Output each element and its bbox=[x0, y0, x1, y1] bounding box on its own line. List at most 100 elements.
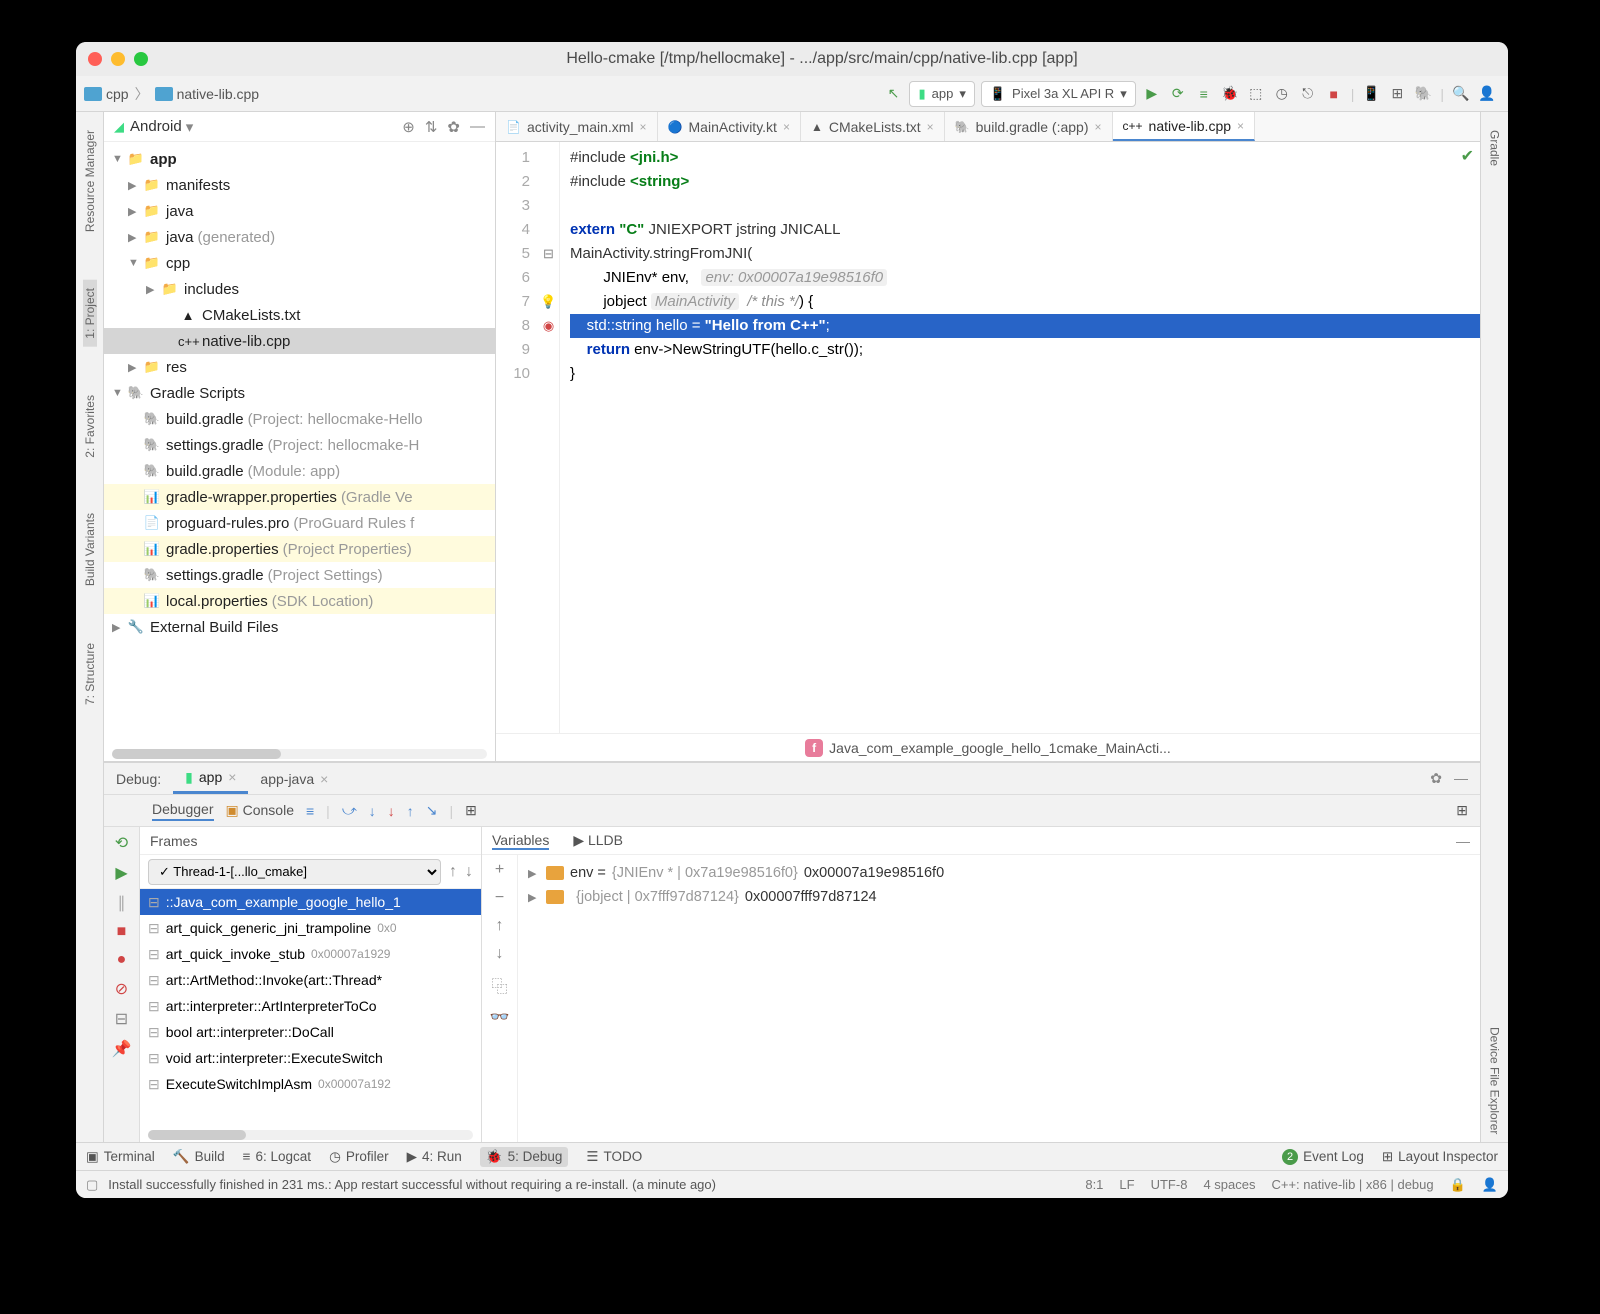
pause-icon[interactable]: ∥ bbox=[118, 893, 126, 913]
project-view-header[interactable]: ◢ Android ▾ ⊕ ⇅ ✿ — bbox=[104, 112, 495, 142]
tree-node[interactable]: 📄proguard-rules.pro(ProGuard Rules f bbox=[104, 510, 495, 536]
breakpoints-icon[interactable]: ● bbox=[117, 951, 127, 969]
settings-icon[interactable]: ⊟ bbox=[115, 1009, 128, 1029]
gear-icon[interactable]: ✿ bbox=[1430, 770, 1442, 787]
profiler-tab[interactable]: ◷Profiler bbox=[329, 1149, 389, 1165]
close-icon[interactable]: × bbox=[640, 120, 647, 134]
structure-tab[interactable]: 7: Structure bbox=[83, 635, 97, 713]
up-icon[interactable]: ↑ bbox=[496, 917, 504, 935]
prev-frame-icon[interactable]: ↑ bbox=[449, 863, 457, 881]
run-config-select[interactable]: ▮ app ▾ bbox=[909, 81, 974, 107]
editor-tab[interactable]: ▲CMakeLists.txt× bbox=[801, 112, 945, 141]
tree-node[interactable]: 🐘build.gradle(Project: hellocmake-Hello bbox=[104, 406, 495, 432]
tree-node[interactable]: ▶🔧External Build Files bbox=[104, 614, 495, 640]
tree-node[interactable]: ▶📁java(generated) bbox=[104, 224, 495, 250]
resume-icon[interactable]: ▶ bbox=[115, 863, 127, 883]
run-tab[interactable]: ▶4: Run bbox=[407, 1149, 462, 1165]
tree-node[interactable]: ▶📁includes bbox=[104, 276, 495, 302]
scrollbar[interactable] bbox=[112, 749, 487, 759]
frame-item[interactable]: ⊟art_quick_invoke_stub0x00007a1929 bbox=[140, 941, 481, 967]
target-icon[interactable]: ⊕ bbox=[402, 118, 415, 136]
build-tab[interactable]: 🔨Build bbox=[173, 1149, 225, 1165]
editor-tab[interactable]: 🐘build.gradle (:app)× bbox=[945, 112, 1113, 141]
device-select[interactable]: 📱 Pixel 3a XL API R ▾ bbox=[981, 81, 1136, 107]
status-icon[interactable]: ▢ bbox=[86, 1177, 98, 1193]
frames-list[interactable]: ⊟::Java_com_example_google_hello_1⊟art_q… bbox=[140, 889, 481, 1128]
close-icon[interactable]: × bbox=[783, 120, 790, 134]
debugger-subtab[interactable]: Debugger bbox=[152, 801, 214, 821]
tree-node[interactable]: 📊gradle.properties(Project Properties) bbox=[104, 536, 495, 562]
tree-node[interactable]: ▶📁manifests bbox=[104, 172, 495, 198]
scrollbar[interactable] bbox=[148, 1130, 473, 1140]
tree-node[interactable]: 🐘settings.gradle(Project Settings) bbox=[104, 562, 495, 588]
device-file-explorer-tab[interactable]: Device File Explorer bbox=[1488, 1019, 1502, 1142]
filter-icon[interactable]: ⇅ bbox=[425, 118, 438, 136]
encoding[interactable]: UTF-8 bbox=[1151, 1177, 1188, 1192]
frame-item[interactable]: ⊟bool art::interpreter::DoCall bbox=[140, 1019, 481, 1045]
layout-inspector-tab[interactable]: ⊞Layout Inspector bbox=[1382, 1149, 1498, 1165]
layout-icon[interactable]: ⊞ bbox=[1456, 802, 1468, 819]
debug-icon[interactable]: 🐞 bbox=[1220, 84, 1240, 104]
editor-tab[interactable]: 📄activity_main.xml× bbox=[496, 112, 658, 141]
variables-list[interactable]: ▶ env = {JNIEnv * | 0x7a19e98516f0} 0x00… bbox=[518, 855, 1480, 1142]
tree-node[interactable]: 📊local.properties(SDK Location) bbox=[104, 588, 495, 614]
rerun-icon[interactable]: ⟲ bbox=[115, 833, 128, 853]
frame-item[interactable]: ⊟art::ArtMethod::Invoke(art::Thread* bbox=[140, 967, 481, 993]
logcat-tab[interactable]: ≡6: Logcat bbox=[243, 1149, 311, 1164]
line-ending[interactable]: LF bbox=[1119, 1177, 1134, 1192]
variables-tab[interactable]: Variables bbox=[492, 832, 549, 850]
run-icon[interactable]: ▶ bbox=[1142, 84, 1162, 104]
close-icon[interactable]: × bbox=[1237, 119, 1244, 133]
remove-watch-icon[interactable]: − bbox=[495, 889, 504, 907]
evaluate-icon[interactable]: ⊞ bbox=[465, 802, 477, 819]
next-frame-icon[interactable]: ↓ bbox=[465, 863, 473, 881]
zoom-icon[interactable] bbox=[134, 52, 148, 66]
close-icon[interactable] bbox=[88, 52, 102, 66]
mute-bp-icon[interactable]: ⊘ bbox=[115, 979, 128, 999]
threads-icon[interactable]: ≡ bbox=[306, 803, 314, 819]
favorites-tab[interactable]: 2: Favorites bbox=[83, 387, 97, 466]
breadcrumb[interactable]: cpp 〉 native-lib.cpp bbox=[84, 84, 259, 104]
editor-breadcrumb[interactable]: f Java_com_example_google_hello_1cmake_M… bbox=[496, 733, 1480, 761]
stop-icon[interactable]: ■ bbox=[117, 923, 127, 941]
event-log-tab[interactable]: 2Event Log bbox=[1282, 1149, 1364, 1165]
user-icon[interactable]: 👤 bbox=[1477, 84, 1497, 104]
variable-row[interactable]: ▶ env = {JNIEnv * | 0x7a19e98516f0} 0x00… bbox=[528, 861, 1470, 885]
cursor-pos[interactable]: 8:1 bbox=[1085, 1177, 1103, 1192]
collapse-icon[interactable]: — bbox=[470, 118, 485, 136]
indent[interactable]: 4 spaces bbox=[1203, 1177, 1255, 1192]
apply-changes-icon[interactable]: ⟳ bbox=[1168, 84, 1188, 104]
minimize-icon[interactable] bbox=[111, 52, 125, 66]
step-into-icon[interactable]: ↓ bbox=[369, 803, 376, 819]
code-content[interactable]: #include <jni.h>#include <string>extern … bbox=[560, 142, 1480, 733]
run-to-cursor-icon[interactable]: ↘ bbox=[426, 802, 438, 819]
lldb-tab[interactable]: ▶ LLDB bbox=[573, 832, 623, 849]
pin-icon[interactable]: 📌 bbox=[112, 1039, 132, 1059]
tree-node[interactable]: ▲CMakeLists.txt bbox=[104, 302, 495, 328]
tree-node[interactable]: ▶📁res bbox=[104, 354, 495, 380]
hammer-icon[interactable]: ↖ bbox=[883, 84, 903, 104]
terminal-tab[interactable]: ▣Terminal bbox=[86, 1149, 155, 1165]
tree-node[interactable]: c++native-lib.cpp bbox=[104, 328, 495, 354]
add-watch-icon[interactable]: + bbox=[495, 861, 504, 879]
down-icon[interactable]: ↓ bbox=[496, 945, 504, 963]
step-over-icon[interactable]: ⤻ bbox=[342, 802, 357, 819]
debug-tab-app-java[interactable]: app-java × bbox=[248, 763, 340, 794]
editor-tab[interactable]: c++native-lib.cpp× bbox=[1113, 112, 1256, 141]
project-tab[interactable]: 1: Project bbox=[83, 280, 97, 347]
attach-icon[interactable]: ⎋ bbox=[1298, 84, 1318, 104]
close-icon[interactable]: × bbox=[320, 771, 328, 787]
project-tree[interactable]: ▼📁app▶📁manifests▶📁java▶📁java(generated)▼… bbox=[104, 142, 495, 747]
sync-icon[interactable]: 🐘 bbox=[1413, 84, 1433, 104]
code-editor[interactable]: 12345678910 ⊟💡◉ #include <jni.h>#include… bbox=[496, 142, 1480, 733]
collapse-icon[interactable]: — bbox=[1454, 770, 1468, 787]
inspector-icon[interactable]: 👤 bbox=[1482, 1177, 1498, 1193]
frame-item[interactable]: ⊟void art::interpreter::ExecuteSwitch bbox=[140, 1045, 481, 1071]
tree-node[interactable]: 📊gradle-wrapper.properties(Gradle Ve bbox=[104, 484, 495, 510]
context[interactable]: C++: native-lib | x86 | debug bbox=[1271, 1177, 1433, 1192]
collapse-icon[interactable]: — bbox=[1456, 833, 1470, 849]
force-step-into-icon[interactable]: ↓ bbox=[388, 803, 395, 819]
editor-tab[interactable]: 🔵MainActivity.kt× bbox=[658, 112, 801, 141]
tree-node[interactable]: ▼🐘Gradle Scripts bbox=[104, 380, 495, 406]
glasses-icon[interactable]: 👓 bbox=[490, 1007, 510, 1027]
